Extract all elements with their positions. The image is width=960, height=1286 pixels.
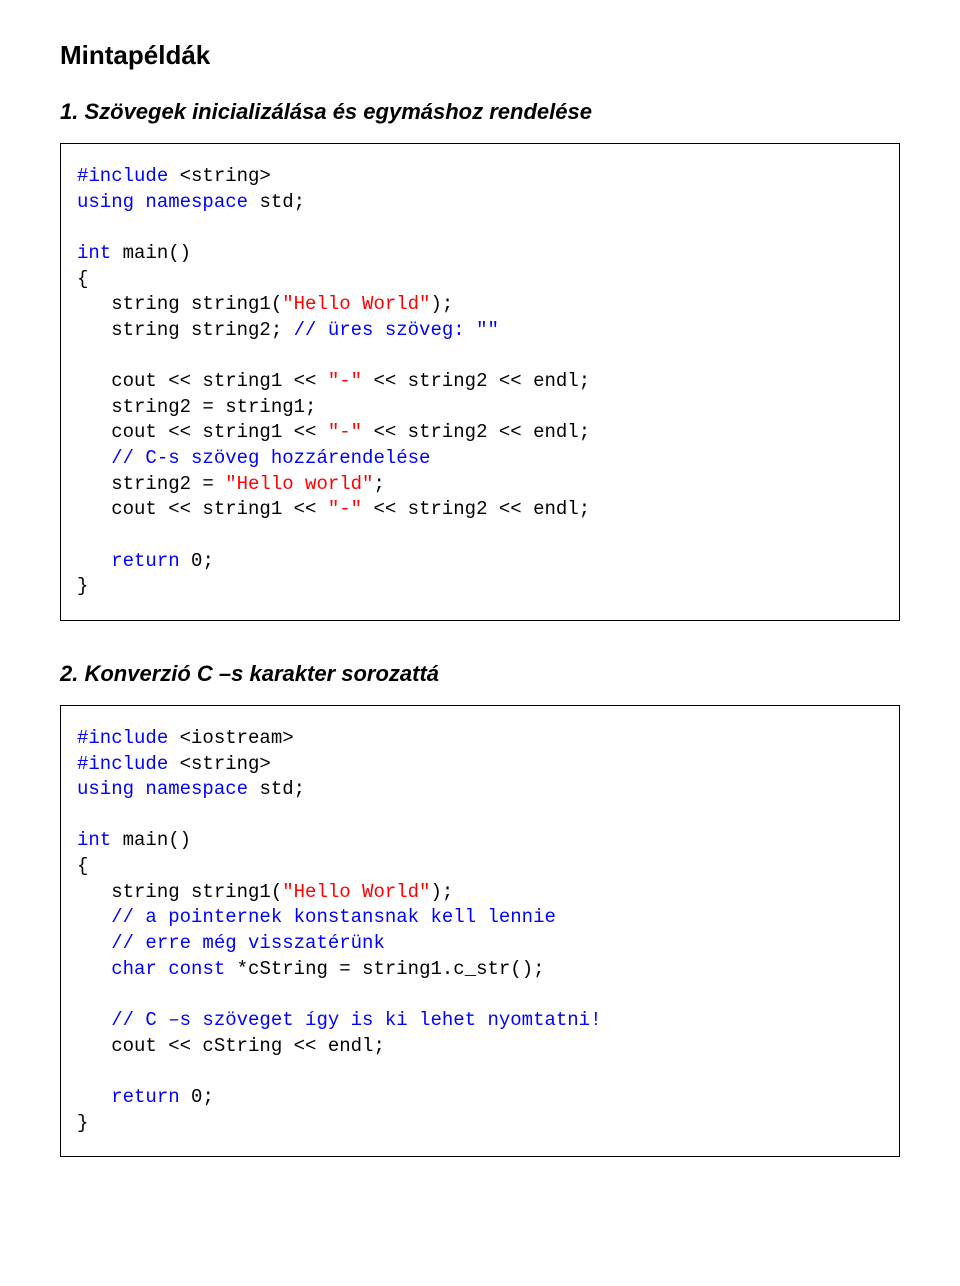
code-token: main() (111, 242, 191, 264)
code-token: <string> (168, 753, 271, 775)
code-token: *cString = string1.c_str(); (225, 958, 544, 980)
code-token: << string2 << endl; (362, 370, 590, 392)
page-title: Mintapéldák (60, 40, 900, 71)
code-token: // erre még visszatérünk (77, 932, 385, 954)
code-token: << string2 << endl; (362, 421, 590, 443)
code-token: ″-″ (328, 370, 362, 392)
code-token: #include (77, 753, 168, 775)
code-token: std; (248, 191, 305, 213)
code-token: std; (248, 778, 305, 800)
example-1-heading: 1. Szövegek inicializálása és egymáshoz … (60, 99, 900, 125)
code-token (77, 1086, 111, 1108)
code-token: main() (111, 829, 191, 851)
code-token: <string> (168, 165, 271, 187)
code-token: cout << string1 << (77, 498, 328, 520)
code-token: { (77, 268, 88, 290)
code-token (77, 550, 111, 572)
code-token: return (111, 550, 179, 572)
code-token: { (77, 855, 88, 877)
code-token: #include (77, 727, 168, 749)
code-token: "Hello World" (282, 293, 430, 315)
code-token: // C-s szöveg hozzárendelése (77, 447, 430, 469)
code-token: string string2; (77, 319, 294, 341)
code-block-1: #include <string> using namespace std; i… (60, 143, 900, 621)
code-token: << string2 << endl; (362, 498, 590, 520)
code-block-2: #include <iostream> #include <string> us… (60, 705, 900, 1157)
code-token: using (77, 191, 134, 213)
code-token (134, 191, 145, 213)
code-token: namespace (145, 191, 248, 213)
code-token: } (77, 575, 88, 597)
code-token: char (111, 958, 157, 980)
code-token (77, 958, 111, 980)
code-token: 0; (180, 550, 214, 572)
code-token: string2 = (77, 473, 225, 495)
code-token: // a pointernek konstansnak kell lennie (77, 906, 556, 928)
code-token: // C –s szöveget így is ki lehet nyomtat… (77, 1009, 602, 1031)
code-token: string string1( (77, 881, 282, 903)
code-token: namespace (145, 778, 248, 800)
code-token: ″-″ (328, 421, 362, 443)
code-token (157, 958, 168, 980)
code-token: using (77, 778, 134, 800)
code-token: "Hello world" (225, 473, 373, 495)
code-token (134, 778, 145, 800)
code-token: ″-″ (328, 498, 362, 520)
code-token: } (77, 1112, 88, 1134)
code-token: "Hello World" (282, 881, 430, 903)
code-token: int (77, 242, 111, 264)
code-token: cout << string1 << (77, 370, 328, 392)
code-token: 0; (180, 1086, 214, 1108)
code-token: ); (430, 881, 453, 903)
code-token: ); (430, 293, 453, 315)
code-token: return (111, 1086, 179, 1108)
code-token: cout << cString << endl; (77, 1035, 385, 1057)
code-token: string2 = string1; (77, 396, 316, 418)
code-token: int (77, 829, 111, 851)
code-token: #include (77, 165, 168, 187)
example-2-heading: 2. Konverzió C –s karakter sorozattá (60, 661, 900, 687)
code-token: const (168, 958, 225, 980)
code-token: cout << string1 << (77, 421, 328, 443)
code-token: <iostream> (168, 727, 293, 749)
code-token: ; (373, 473, 384, 495)
code-token: string string1( (77, 293, 282, 315)
code-token: // üres szöveg: ″″ (294, 319, 499, 341)
